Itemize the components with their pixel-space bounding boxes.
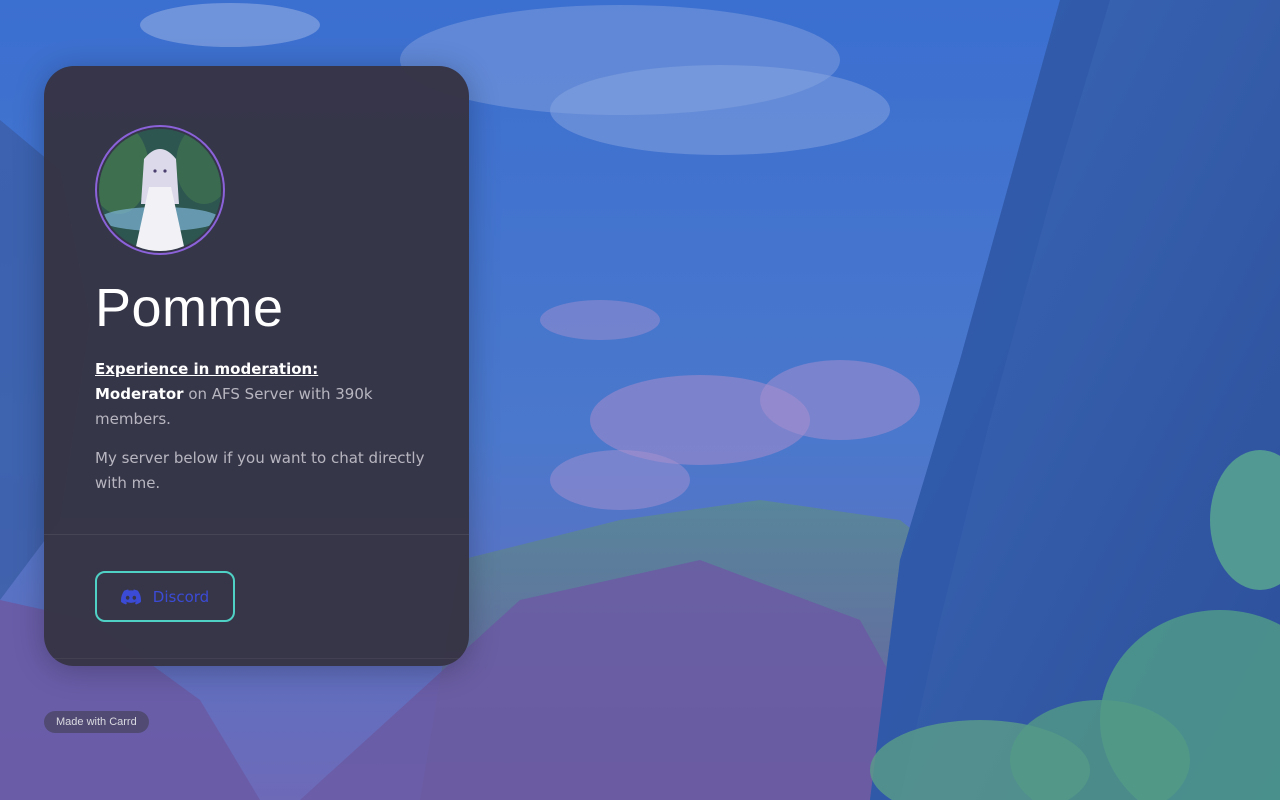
- discord-button[interactable]: Discord: [95, 571, 235, 622]
- profile-name: Pomme: [95, 278, 284, 338]
- bio-invite: My server below if you want to chat dire…: [95, 449, 425, 492]
- discord-icon: [120, 589, 141, 605]
- card-divider: [44, 534, 469, 535]
- profile-card: Pomme Experience in moderation: Moderato…: [44, 66, 469, 666]
- bio-heading: Experience in moderation:: [95, 360, 319, 378]
- discord-button-label: Discord: [152, 587, 210, 606]
- bio-experience: Experience in moderation: Moderator on A…: [95, 357, 425, 432]
- avatar: [95, 125, 225, 255]
- avatar-image: [99, 129, 221, 251]
- card-bottom-divider: [44, 658, 469, 659]
- bio-role: Moderator: [95, 385, 184, 403]
- made-with-carrd-badge[interactable]: Made with Carrd: [44, 711, 149, 733]
- profile-card-header: Pomme Experience in moderation: Moderato…: [44, 66, 469, 534]
- profile-bio: Experience in moderation: Moderator on A…: [95, 357, 425, 510]
